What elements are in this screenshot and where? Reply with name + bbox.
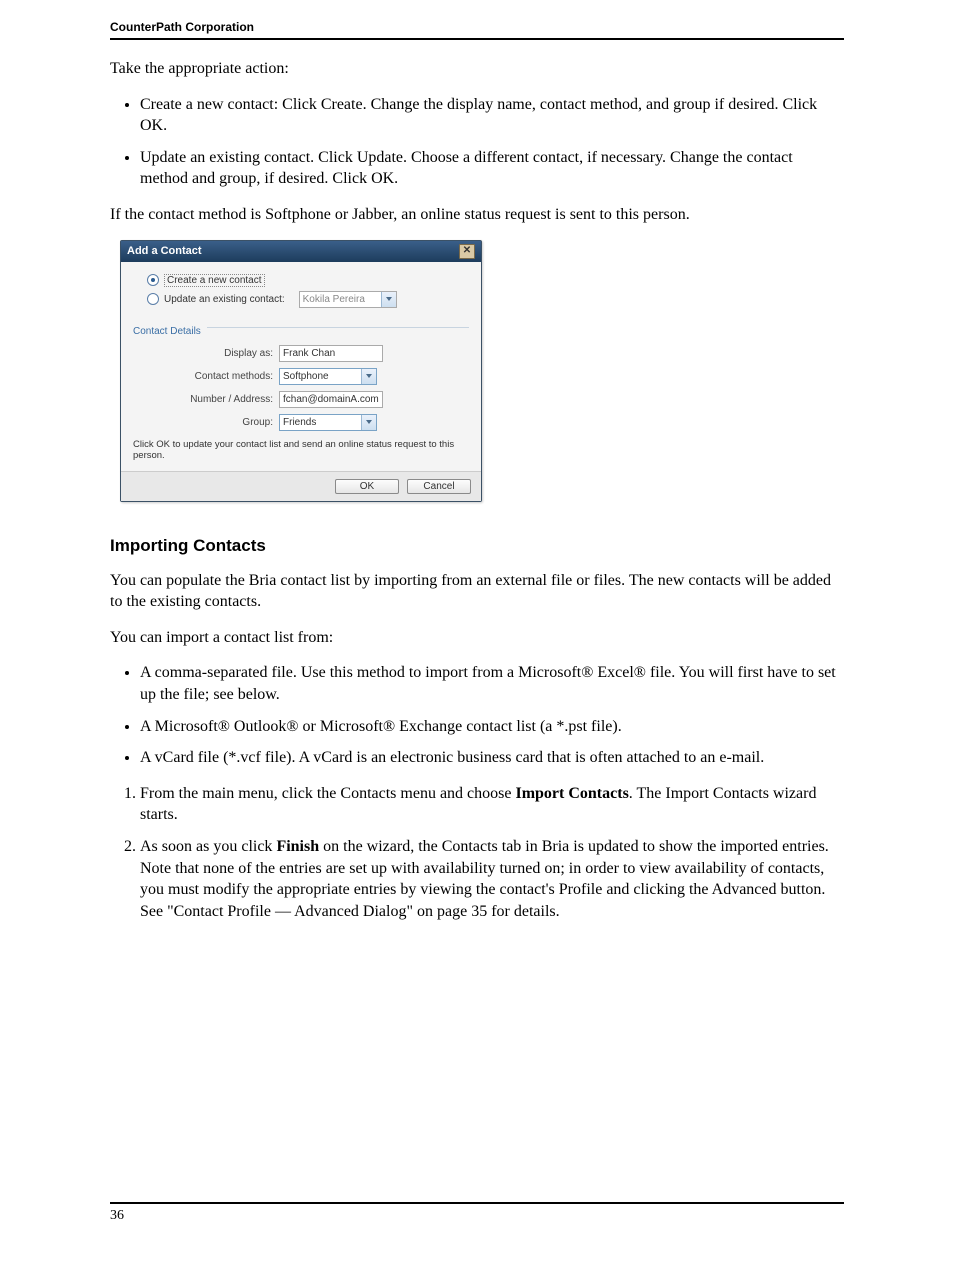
dialog-hint: Click OK to update your contact list and…	[133, 439, 469, 461]
page-header: CounterPath Corporation	[110, 20, 844, 40]
radio-update-label: Update an existing contact:	[164, 294, 285, 305]
import-p2: You can import a contact list from:	[110, 627, 844, 649]
number-address-input[interactable]: fchan@domainA.com	[279, 391, 383, 408]
chevron-down-icon	[381, 292, 396, 307]
group-label: Group:	[133, 417, 279, 428]
step-item: From the main menu, click the Contacts m…	[140, 783, 844, 826]
import-sources-list: A comma-separated file. Use this method …	[110, 662, 844, 768]
ok-button[interactable]: OK	[335, 479, 399, 494]
contact-methods-value: Softphone	[280, 371, 361, 382]
contact-methods-dropdown[interactable]: Softphone	[279, 368, 377, 385]
bullet-item: Update an existing contact. Click Update…	[140, 147, 844, 190]
display-as-input[interactable]: Frank Chan	[279, 345, 383, 362]
existing-contact-value: Kokila Pereira	[300, 294, 381, 305]
step-text: As soon as you click	[140, 838, 276, 855]
import-steps: From the main menu, click the Contacts m…	[110, 783, 844, 923]
bullet-item: A Microsoft® Outlook® or Microsoft® Exch…	[140, 716, 844, 738]
step-bold: Finish	[276, 838, 319, 855]
close-icon[interactable]: ✕	[459, 244, 475, 259]
importing-contacts-heading: Importing Contacts	[110, 536, 844, 556]
import-p1: You can populate the Bria contact list b…	[110, 570, 844, 613]
contact-methods-label: Contact methods:	[133, 371, 279, 382]
radio-update-existing[interactable]	[147, 293, 159, 305]
dialog-titlebar: Add a Contact ✕	[121, 241, 481, 262]
add-contact-dialog: Add a Contact ✕ Create a new contact Upd…	[120, 240, 482, 502]
number-address-label: Number / Address:	[133, 394, 279, 405]
step-text: From the main menu, click the Contacts m…	[140, 785, 515, 802]
dialog-title: Add a Contact	[127, 245, 202, 257]
page-footer: 36	[110, 1202, 844, 1224]
bullet-item: A comma-separated file. Use this method …	[140, 662, 844, 705]
radio-create-new[interactable]	[147, 274, 159, 286]
group-dropdown[interactable]: Friends	[279, 414, 377, 431]
followup-text: If the contact method is Softphone or Ja…	[110, 204, 844, 226]
contact-details-label: Contact Details	[133, 326, 201, 337]
bullet-item: A vCard file (*.vcf file). A vCard is an…	[140, 747, 844, 769]
group-value: Friends	[280, 417, 361, 428]
page-number: 36	[110, 1208, 124, 1223]
radio-create-label: Create a new contact	[164, 274, 265, 287]
cancel-button[interactable]: Cancel	[407, 479, 471, 494]
action-bullets: Create a new contact: Click Create. Chan…	[110, 94, 844, 190]
step-bold: Import Contacts	[515, 785, 628, 802]
chevron-down-icon	[361, 369, 376, 384]
existing-contact-dropdown[interactable]: Kokila Pereira	[299, 291, 397, 308]
chevron-down-icon	[361, 415, 376, 430]
step-item: As soon as you click Finish on the wizar…	[140, 836, 844, 922]
bullet-item: Create a new contact: Click Create. Chan…	[140, 94, 844, 137]
display-as-label: Display as:	[133, 348, 279, 359]
intro-text: Take the appropriate action:	[110, 58, 844, 80]
